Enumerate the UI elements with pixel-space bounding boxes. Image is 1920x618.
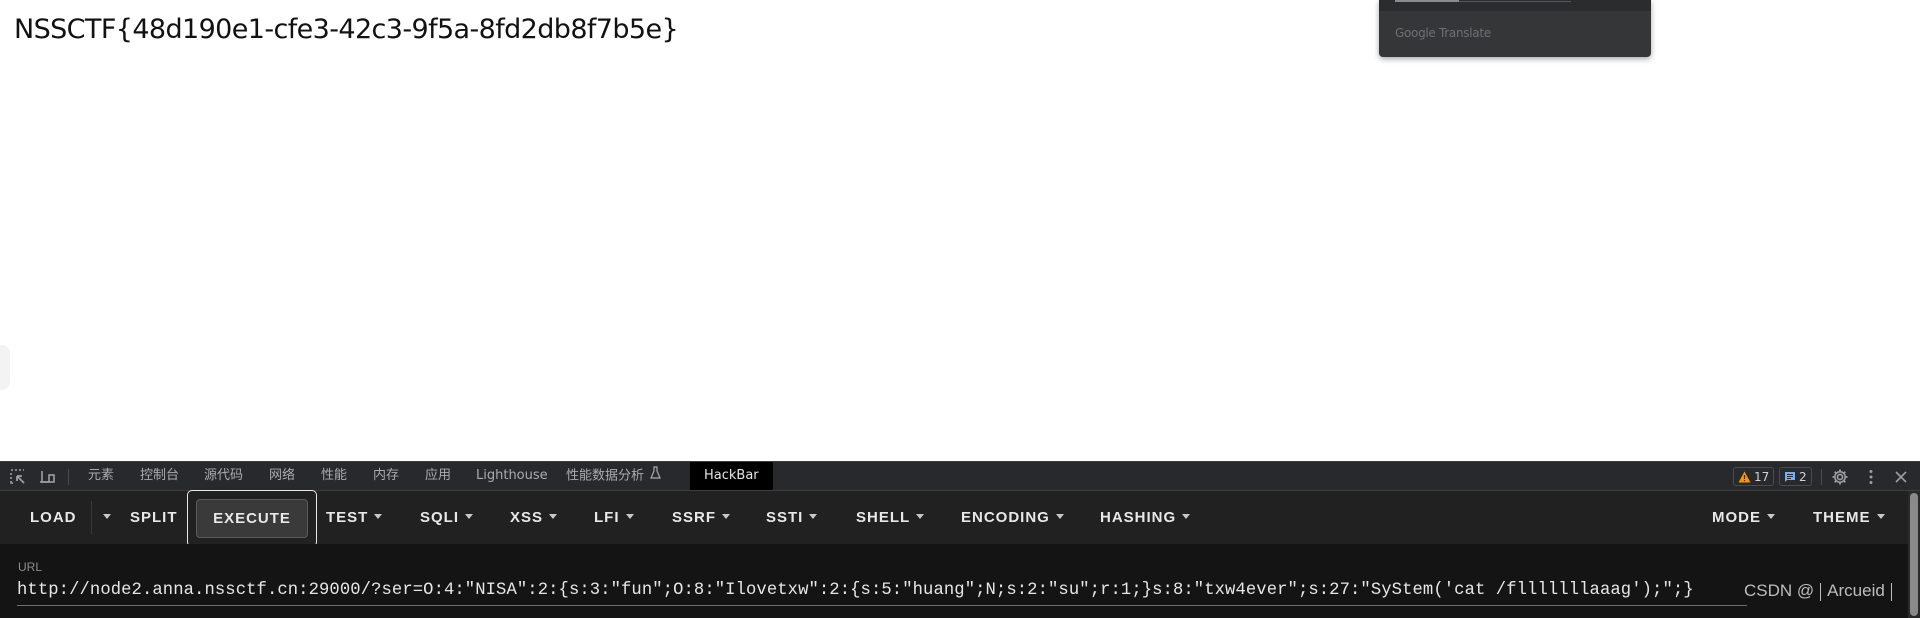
tab-sources[interactable]: 源代码 bbox=[200, 462, 247, 490]
chevron-down-icon bbox=[1767, 513, 1775, 519]
chevron-down-icon bbox=[374, 513, 383, 519]
execute-button[interactable]: EXECUTE bbox=[196, 499, 308, 538]
tab-performance-insights[interactable]: 性能数据分析 bbox=[562, 462, 665, 490]
tab-performance[interactable]: 性能 bbox=[317, 462, 351, 490]
messages-count: 2 bbox=[1799, 469, 1807, 484]
execute-button-focus-ring: EXECUTE bbox=[187, 490, 317, 547]
tab-bar-divider bbox=[68, 469, 69, 485]
translate-progress-area bbox=[1379, 0, 1651, 11]
device-toolbar-icon[interactable] bbox=[38, 468, 56, 486]
theme-menu[interactable]: THEME bbox=[1813, 491, 1885, 544]
chevron-down-icon bbox=[549, 513, 558, 519]
mode-menu[interactable]: MODE bbox=[1712, 491, 1775, 544]
url-input[interactable]: http://node2.anna.nssctf.cn:29000/?ser=O… bbox=[17, 576, 1747, 606]
split-button[interactable]: SPLIT bbox=[130, 491, 178, 544]
warnings-badge[interactable]: 17 bbox=[1733, 467, 1775, 486]
hashing-menu-label: HASHING bbox=[1100, 509, 1177, 526]
xss-menu[interactable]: XSS bbox=[510, 491, 558, 544]
settings-gear-icon[interactable] bbox=[1831, 468, 1849, 486]
load-button[interactable]: LOAD bbox=[30, 491, 77, 544]
sqli-menu[interactable]: SQLI bbox=[420, 491, 474, 544]
experimental-flask-icon bbox=[650, 462, 661, 490]
theme-menu-label: THEME bbox=[1813, 509, 1871, 526]
text-cursor bbox=[1890, 582, 1892, 601]
chevron-down-icon bbox=[1876, 513, 1885, 519]
test-menu[interactable]: TEST bbox=[326, 491, 383, 544]
scrollbar-thumb[interactable] bbox=[1910, 493, 1918, 616]
url-label: URL bbox=[18, 560, 43, 574]
lfi-menu[interactable]: LFI bbox=[594, 491, 634, 544]
lfi-menu-label: LFI bbox=[594, 509, 620, 526]
translate-progress-fill bbox=[1395, 0, 1459, 2]
encoding-menu-label: ENCODING bbox=[961, 509, 1050, 526]
csdn-watermark: CSDN @ Arcueid bbox=[1744, 576, 1898, 606]
warning-icon bbox=[1738, 471, 1751, 482]
chevron-down-icon bbox=[465, 513, 474, 519]
tab-performance-insights-label: 性能数据分析 bbox=[566, 468, 645, 484]
hackbar-scrollbar[interactable] bbox=[1908, 491, 1920, 618]
ssrf-menu[interactable]: SSRF bbox=[672, 491, 731, 544]
ssti-menu-label: SSTI bbox=[766, 509, 804, 526]
close-devtools-icon[interactable] bbox=[1892, 468, 1910, 486]
chevron-down-icon bbox=[103, 513, 111, 519]
test-menu-label: TEST bbox=[326, 509, 369, 526]
encoding-menu[interactable]: ENCODING bbox=[961, 491, 1064, 544]
ssrf-menu-label: SSRF bbox=[672, 509, 717, 526]
chevron-down-icon bbox=[809, 513, 818, 519]
xss-menu-label: XSS bbox=[510, 509, 544, 526]
google-translate-popup: Google Translate bbox=[1379, 0, 1651, 57]
chevron-down-icon bbox=[722, 513, 731, 519]
badge-divider bbox=[1821, 469, 1822, 485]
web-page: NSSCTF{48d190e1-cfe3-42c3-9f5a-8fd2db8f7… bbox=[0, 0, 1920, 461]
hashing-menu[interactable]: HASHING bbox=[1100, 491, 1191, 544]
chevron-down-icon bbox=[916, 513, 925, 519]
watermark-prefix: CSDN @ bbox=[1744, 581, 1815, 600]
sqli-menu-label: SQLI bbox=[420, 509, 460, 526]
tab-memory[interactable]: 内存 bbox=[369, 462, 403, 490]
mode-menu-label: MODE bbox=[1712, 509, 1761, 526]
tab-network[interactable]: 网络 bbox=[265, 462, 299, 490]
devtools-tab-bar: 元素 控制台 源代码 网络 性能 内存 应用 Lighthouse 性能数据分析… bbox=[0, 461, 1920, 491]
hackbar-toolbar: LOAD SPLIT EXECUTE TEST SQLI XSS LFI SSR… bbox=[0, 490, 1908, 547]
inspect-element-icon[interactable] bbox=[9, 468, 27, 486]
chevron-down-icon bbox=[1055, 513, 1064, 519]
google-translate-label: Google Translate bbox=[1395, 26, 1491, 40]
tab-hackbar[interactable]: HackBar bbox=[690, 462, 773, 490]
warnings-count: 17 bbox=[1754, 469, 1770, 484]
ssti-menu[interactable]: SSTI bbox=[766, 491, 818, 544]
devtools-panel: 元素 控制台 源代码 网络 性能 内存 应用 Lighthouse 性能数据分析… bbox=[0, 461, 1920, 618]
watermark-author: Arcueid bbox=[1827, 581, 1885, 600]
load-split-divider bbox=[91, 501, 92, 534]
tab-application[interactable]: 应用 bbox=[421, 462, 455, 490]
load-options-dropdown[interactable] bbox=[97, 491, 111, 544]
url-section: URL http://node2.anna.nssctf.cn:29000/?s… bbox=[0, 544, 1908, 618]
message-icon bbox=[1785, 471, 1795, 482]
chevron-down-icon bbox=[625, 513, 634, 519]
chevron-down-icon bbox=[1182, 513, 1191, 519]
flag-text: NSSCTF{48d190e1-cfe3-42c3-9f5a-8fd2db8f7… bbox=[14, 14, 679, 45]
messages-badge[interactable]: 2 bbox=[1779, 467, 1812, 486]
more-options-icon[interactable] bbox=[1862, 468, 1880, 486]
side-panel-handle[interactable] bbox=[0, 345, 10, 390]
tab-elements[interactable]: 元素 bbox=[84, 462, 118, 490]
tab-lighthouse[interactable]: Lighthouse bbox=[472, 462, 552, 490]
shell-menu-label: SHELL bbox=[856, 509, 911, 526]
shell-menu[interactable]: SHELL bbox=[856, 491, 925, 544]
watermark-divider bbox=[1820, 582, 1822, 601]
tab-console[interactable]: 控制台 bbox=[136, 462, 183, 490]
